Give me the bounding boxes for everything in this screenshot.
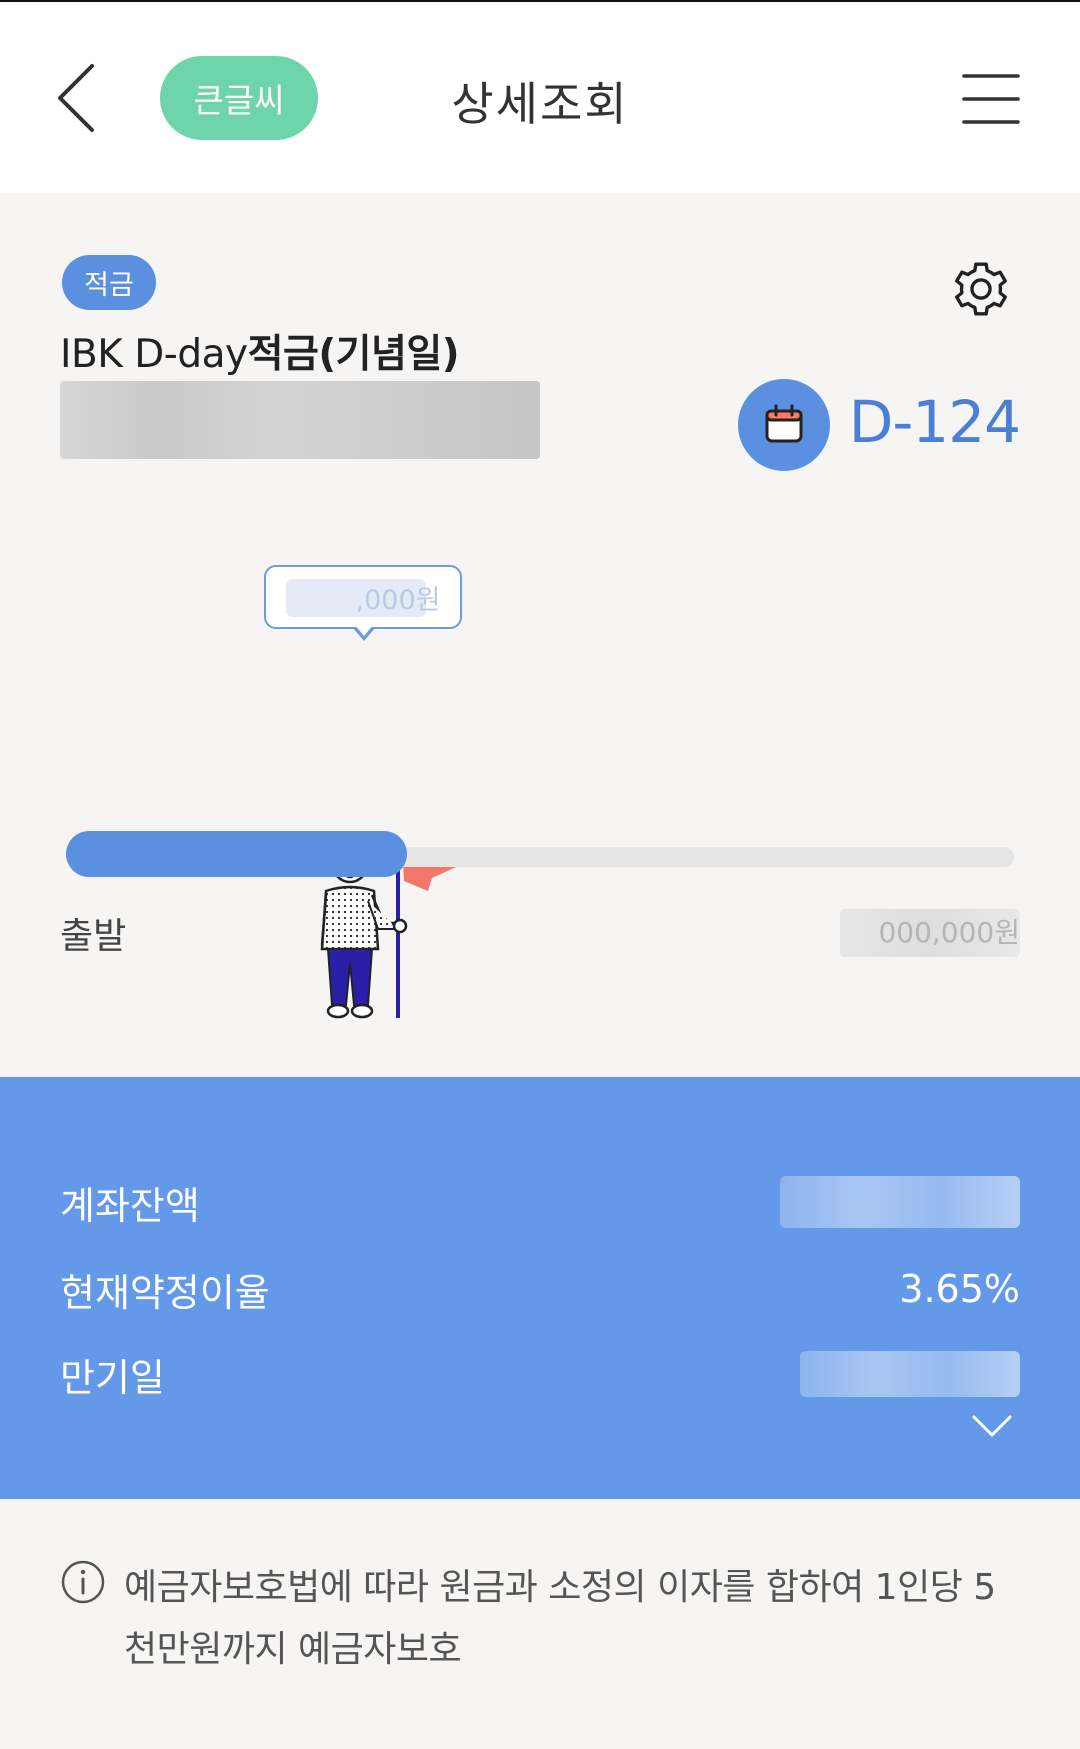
chevron-left-icon [58, 64, 94, 132]
maturity-row: 만기일 [60, 1339, 1020, 1409]
maturity-date-masked [800, 1351, 1020, 1397]
info-icon [61, 1560, 105, 1604]
savings-progress-fill [66, 831, 407, 877]
interest-rate-label: 현재약정이율 [60, 1270, 270, 1315]
product-name-prefix: IBK D-day [60, 332, 248, 377]
deposit-protection-text: 예금자보호법에 따라 원금과 소정의 이자를 합하여 1인당 5천만원까지 예금… [124, 1567, 996, 1670]
balance-row: 계좌잔액 [60, 1167, 1020, 1237]
chevron-down-icon [972, 1415, 1012, 1437]
calendar-button[interactable] [738, 379, 830, 471]
large-font-button[interactable]: 큰글씨 [160, 56, 318, 140]
maturity-label: 만기일 [60, 1355, 165, 1400]
gear-icon [955, 262, 1007, 316]
product-type-badge: 적금 [62, 255, 156, 310]
character-with-flag-illustration [320, 838, 465, 1019]
deposit-protection-notice: 예금자보호법에 따라 원금과 소정의 이자를 합하여 1인당 5천만원까지 예금… [0, 1499, 1080, 1749]
app-header: 큰글씨 상세조회 [0, 0, 1080, 193]
product-summary: 적금 IBK D-day적금(기념일) D-124 ,000원 출발 000,0… [0, 193, 1080, 1077]
balance-label: 계좌잔액 [60, 1183, 200, 1228]
balance-value-masked [780, 1176, 1020, 1228]
menu-button[interactable] [960, 70, 1022, 128]
account-details-panel: 계좌잔액 현재약정이율 3.65% 만기일 [0, 1077, 1080, 1499]
dday-counter: D-124 [848, 388, 1021, 456]
goal-amount-masked: 000,000원 [840, 909, 1020, 957]
account-number-masked [60, 381, 540, 459]
progress-start-label: 출발 [60, 916, 127, 957]
back-button[interactable] [52, 60, 112, 136]
product-name-bold: 적금(기념일) [247, 332, 460, 377]
interest-rate-row: 현재약정이율 3.65% [60, 1254, 1020, 1324]
current-amount-tooltip: ,000원 [264, 565, 462, 629]
expand-details-button[interactable] [970, 1407, 1014, 1447]
tooltip-amount-text: ,000원 [355, 584, 441, 616]
hamburger-menu-icon [962, 74, 1020, 124]
product-name: IBK D-day적금(기념일) [60, 323, 460, 379]
settings-button[interactable] [950, 258, 1012, 320]
interest-rate-value: 3.65% [899, 1267, 1020, 1311]
calendar-icon [765, 404, 803, 443]
